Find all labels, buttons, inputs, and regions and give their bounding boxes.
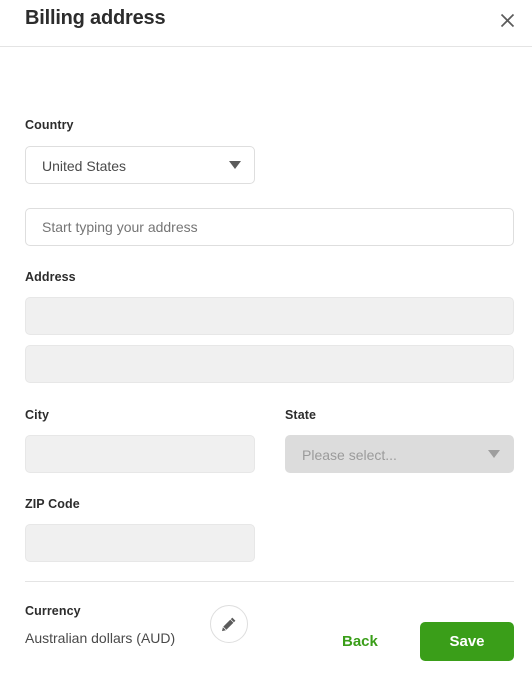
save-button[interactable]: Save — [420, 622, 514, 661]
billing-address-modal: Billing address Country United States Ad… — [0, 0, 532, 681]
state-label: State — [285, 408, 317, 422]
currency-value: Australian dollars (AUD) — [25, 630, 176, 646]
back-button[interactable]: Back — [330, 625, 390, 659]
address-line1-input[interactable] — [25, 297, 514, 335]
page-title: Billing address — [25, 7, 166, 29]
currency-label: Currency — [25, 604, 81, 618]
edit-currency-button[interactable] — [210, 605, 248, 643]
country-select[interactable]: United States — [25, 146, 255, 184]
section-divider — [25, 581, 514, 582]
country-select-value: United States — [25, 146, 255, 184]
chevron-down-icon — [488, 450, 500, 458]
zip-code-input[interactable] — [25, 524, 255, 562]
close-icon[interactable] — [493, 6, 521, 34]
zip-code-label: ZIP Code — [25, 497, 80, 511]
address-label: Address — [25, 270, 76, 284]
city-input[interactable] — [25, 435, 255, 473]
country-label: Country — [25, 118, 74, 132]
address-line2-input[interactable] — [25, 345, 514, 383]
state-select-value: Please select... — [285, 435, 514, 473]
pencil-icon — [221, 616, 237, 632]
address-autocomplete-input[interactable] — [25, 208, 514, 246]
city-label: City — [25, 408, 50, 422]
chevron-down-icon — [229, 161, 241, 169]
modal-header: Billing address — [0, 0, 532, 47]
state-select[interactable]: Please select... — [285, 435, 514, 473]
